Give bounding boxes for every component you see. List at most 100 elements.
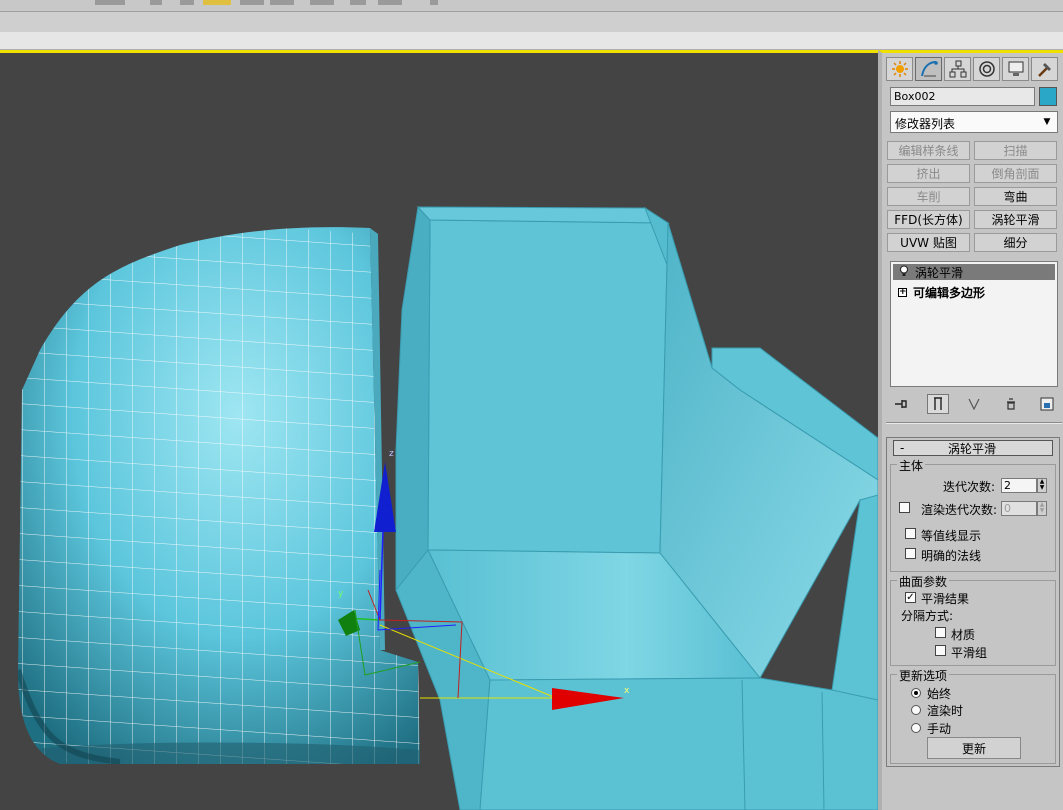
modifier-button-set: 编辑样条线 扫描 挤出 倒角剖面 车削 弯曲 FFD(长方体) 涡轮平滑 UVW… [887, 141, 1057, 252]
sofa-base-mesh [395, 205, 878, 810]
toolbar-button[interactable] [350, 0, 366, 5]
display-tab[interactable] [1002, 57, 1029, 81]
manually-radio[interactable] [911, 723, 921, 733]
hierarchy-icon [949, 60, 966, 78]
lightbulb-icon[interactable] [899, 265, 913, 280]
isoline-checkbox[interactable] [905, 528, 916, 539]
render-iters-checkbox[interactable] [899, 502, 910, 513]
stack-item-label: 涡轮平滑 [915, 265, 964, 280]
motion-tab[interactable] [973, 57, 1000, 81]
iterations-label: 迭代次数: [943, 480, 996, 494]
render-iters-label: 渲染迭代次数: [921, 503, 998, 517]
spinner-arrows-icon[interactable]: ▲ ▼ [1037, 478, 1047, 493]
always-label: 始终 [927, 687, 952, 701]
materials-checkbox[interactable] [935, 627, 946, 638]
object-color-swatch[interactable] [1039, 87, 1057, 106]
iterations-value: 2 [1004, 479, 1011, 492]
modify-tab[interactable] [915, 57, 942, 81]
materials-label: 材质 [951, 628, 976, 642]
collapse-minus-icon: - [900, 441, 905, 455]
pin-stack-icon[interactable] [890, 394, 912, 414]
modifier-list-dropdown[interactable]: 修改器列表 ▼ [890, 111, 1058, 133]
smooth-result-checkbox[interactable]: ✓ [905, 592, 916, 603]
perspective-viewport[interactable]: z y x [0, 50, 878, 810]
render-iters-value: 0 [1004, 502, 1011, 515]
modifier-button-subdivide[interactable]: 细分 [974, 233, 1057, 252]
main-group: 主体 迭代次数: 2 ▲ ▼ 渲染迭代次数: 0 ▲ ▼ 等值线显示 明确的法线 [890, 457, 1056, 572]
gizmo-y-label: y [338, 589, 344, 599]
stack-item-turbosmooth[interactable]: 涡轮平滑 [893, 264, 1055, 280]
smoothing-groups-label: 平滑组 [951, 646, 988, 660]
manually-label: 手动 [927, 722, 952, 736]
object-name-row: Box002 [890, 87, 1058, 107]
rollout-header[interactable]: - 涡轮平滑 [893, 440, 1053, 456]
modifier-button-bend[interactable]: 弯曲 [974, 187, 1057, 206]
gizmo-z-label: z [389, 449, 394, 459]
toolbar-button-active[interactable] [203, 0, 231, 5]
chevron-down-icon: ▼ [1043, 117, 1051, 127]
modifier-button-extrude[interactable]: 挤出 [887, 164, 970, 183]
viewport-scene[interactable]: z y x [0, 50, 878, 810]
modifier-button-uvw-map[interactable]: UVW 贴图 [887, 233, 970, 252]
toolbar-button[interactable] [150, 0, 162, 5]
hierarchy-tab[interactable] [944, 57, 971, 81]
modifier-stack: 涡轮平滑 + 可编辑多边形 [890, 261, 1058, 387]
modifier-list-label: 修改器列表 [895, 117, 956, 131]
motion-icon [978, 61, 995, 77]
panel-divider [886, 422, 1062, 424]
main-group-title: 主体 [897, 457, 926, 474]
stack-toolbar [890, 393, 1058, 415]
toolbar-button[interactable] [270, 0, 294, 5]
main-toolbar [0, 0, 1063, 12]
update-button[interactable]: 更新 [927, 737, 1021, 759]
toolbar-button[interactable] [310, 0, 334, 5]
explicit-normals-checkbox[interactable] [905, 548, 916, 559]
when-rendering-label: 渲染时 [927, 704, 964, 718]
remove-modifier-icon[interactable] [1000, 394, 1022, 414]
configure-modifier-sets-icon[interactable] [1036, 394, 1058, 414]
modifier-button-lathe[interactable]: 车削 [887, 187, 970, 206]
smooth-result-label: 平滑结果 [921, 592, 970, 606]
rollout-title: 涡轮平滑 [948, 441, 997, 456]
ribbon-strip [0, 32, 1063, 50]
modifier-button-sweep[interactable]: 扫描 [974, 141, 1057, 160]
modifier-button-edit-spline[interactable]: 编辑样条线 [887, 141, 970, 160]
command-panel: Box002 修改器列表 ▼ 编辑样条线 扫描 挤出 倒角剖面 车削 弯曲 FF… [878, 50, 1063, 810]
create-sun-icon [891, 61, 908, 77]
smoothing-groups-checkbox[interactable] [935, 645, 946, 656]
always-radio[interactable] [911, 688, 921, 698]
surface-params-group: 曲面参数 ✓ 平滑结果 分隔方式: 材质 平滑组 [890, 573, 1056, 666]
make-unique-icon[interactable] [963, 394, 985, 414]
toolbar-button[interactable] [430, 0, 438, 5]
surface-group-title: 曲面参数 [897, 573, 950, 590]
gizmo-x-label: x [624, 686, 630, 696]
stack-item-label: 可编辑多边形 [913, 285, 986, 300]
isoline-label: 等值线显示 [921, 529, 982, 543]
when-rendering-radio[interactable] [911, 705, 921, 715]
modifier-button-ffd-box[interactable]: FFD(长方体) [887, 210, 970, 229]
separate-by-label: 分隔方式: [901, 609, 954, 623]
ribbon-bar [0, 12, 1063, 32]
update-group-title: 更新选项 [897, 667, 950, 684]
iterations-spinner[interactable]: 2 ▲ ▼ [1001, 478, 1047, 493]
toolbar-button[interactable] [240, 0, 264, 5]
utilities-tab[interactable] [1031, 57, 1058, 81]
toolbar-button[interactable] [378, 0, 402, 5]
show-end-result-icon[interactable] [926, 394, 949, 414]
modifier-button-bevel-profile[interactable]: 倒角剖面 [974, 164, 1057, 183]
modify-curve-icon [920, 61, 938, 77]
create-tab[interactable] [886, 57, 913, 81]
cushion-mesh [18, 227, 420, 764]
object-name-field[interactable]: Box002 [890, 87, 1035, 106]
toolbar-button[interactable] [95, 0, 125, 5]
explicit-normals-label: 明确的法线 [921, 549, 982, 563]
expand-plus-icon[interactable]: + [898, 287, 907, 297]
modifier-button-turbosmooth[interactable]: 涡轮平滑 [974, 210, 1057, 229]
toolbar-button[interactable] [180, 0, 194, 5]
render-iters-spinner[interactable]: 0 ▲ ▼ [1001, 501, 1047, 516]
spinner-arrows-icon[interactable]: ▲ ▼ [1037, 501, 1047, 516]
stack-item-editable-poly[interactable]: + 可编辑多边形 [893, 284, 1055, 300]
command-panel-tabs [886, 57, 1058, 81]
display-monitor-icon [1008, 61, 1023, 76]
turbosmooth-rollout: - 涡轮平滑 主体 迭代次数: 2 ▲ ▼ 渲染迭代次数: 0 ▲ ▼ 等值线显示 … [886, 437, 1060, 767]
